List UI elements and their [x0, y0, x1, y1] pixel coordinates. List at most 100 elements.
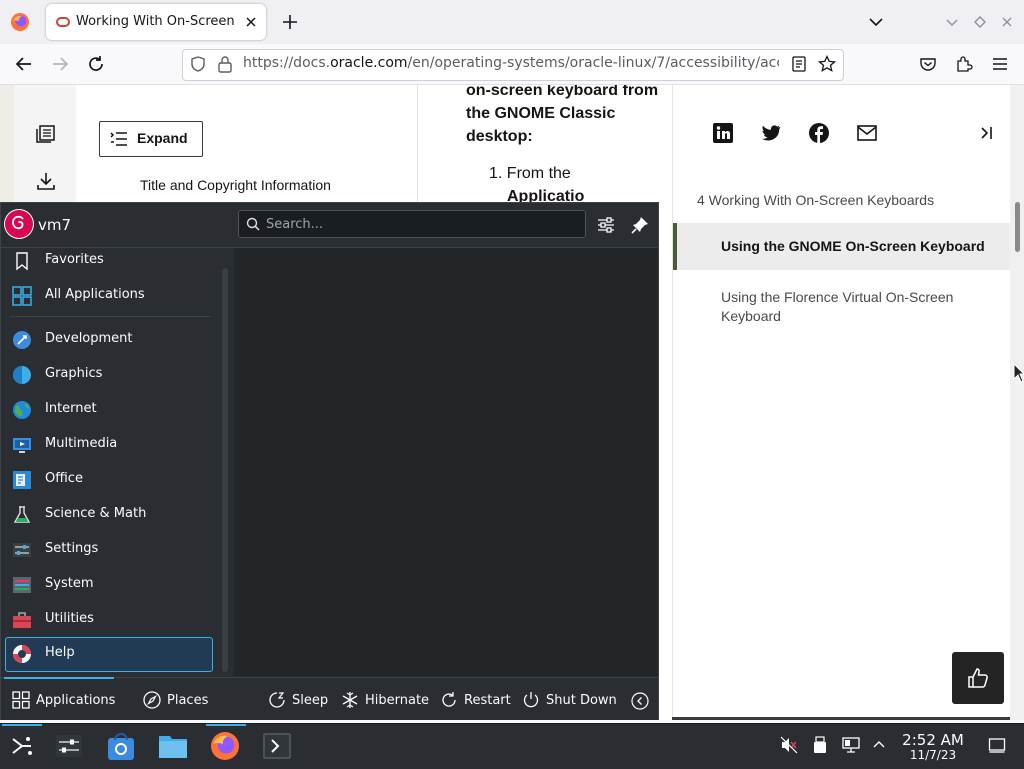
download-icon[interactable]	[36, 171, 56, 191]
collapse-panel-icon[interactable]	[978, 124, 996, 142]
new-tab-icon[interactable]	[280, 12, 300, 32]
category-favorites[interactable]: Favorites	[5, 244, 213, 277]
places-tab-label: Places	[167, 693, 209, 708]
system-settings-taskbar-icon[interactable]	[52, 729, 86, 763]
sleep-label: Sleep	[292, 693, 329, 708]
sleep-button[interactable]: Sleep	[268, 685, 328, 715]
launcher-username: vm7	[38, 216, 72, 234]
reload-icon[interactable]	[84, 52, 108, 76]
tab-title: Working With On-Screen K	[76, 14, 236, 29]
page-scrollbar-track[interactable]	[1010, 85, 1024, 720]
sleep-icon	[268, 691, 286, 709]
forward-arrow-icon[interactable]	[48, 52, 72, 76]
applications-tab-indicator	[4, 677, 114, 679]
category-all-applications[interactable]: All Applications	[5, 279, 213, 312]
category-label: Favorites	[45, 252, 104, 267]
multimedia-icon	[12, 435, 32, 455]
toc-item-florence[interactable]: Using the Florence Virtual On-Screen Key…	[721, 288, 991, 326]
toc-item-active[interactable]: Using the GNOME On-Screen Keyboard	[673, 223, 1010, 270]
extensions-puzzle-icon[interactable]	[954, 54, 974, 74]
restart-button[interactable]: Restart	[440, 685, 511, 715]
category-label: System	[45, 576, 94, 591]
page-scrollbar-thumb[interactable]	[1015, 202, 1020, 252]
flask-icon	[12, 505, 32, 525]
window-minimize-icon[interactable]	[944, 14, 960, 30]
category-office[interactable]: Office	[5, 463, 213, 496]
expand-button[interactable]: Expand	[99, 121, 203, 157]
compass-icon	[143, 691, 161, 709]
removable-device-icon[interactable]	[812, 736, 828, 754]
url-path: /en/operating-systems/oracle-linux/7/acc…	[407, 55, 779, 71]
category-internet[interactable]: Internet	[5, 393, 213, 426]
panel-bottom-scrollbar[interactable]	[672, 717, 1010, 720]
window-close-icon[interactable]	[999, 14, 1015, 30]
hamburger-menu-icon[interactable]	[990, 54, 1010, 74]
back-arrow-icon[interactable]	[12, 52, 36, 76]
category-multimedia[interactable]: Multimedia	[5, 428, 213, 461]
category-science-math[interactable]: Science & Math	[5, 498, 213, 531]
category-graphics[interactable]: Graphics	[5, 358, 213, 391]
tab-list-chevron-icon[interactable]	[866, 12, 886, 32]
launcher-configure-icon[interactable]	[596, 215, 616, 235]
step-number: 1.	[489, 165, 503, 182]
toc-item-active-label: Using the GNOME On-Screen Keyboard	[721, 238, 985, 254]
category-help[interactable]: Help	[5, 637, 213, 672]
konsole-terminal-icon[interactable]	[260, 729, 294, 763]
facebook-icon[interactable]	[808, 122, 830, 144]
category-system[interactable]: System	[5, 568, 213, 601]
hibernate-button[interactable]: Hibernate	[341, 685, 429, 715]
places-tab[interactable]: Places	[143, 685, 213, 715]
pin-icon[interactable]	[630, 215, 650, 235]
bookmark-star-icon[interactable]	[817, 54, 837, 74]
expand-button-label: Expand	[137, 130, 188, 146]
email-icon[interactable]	[856, 122, 878, 144]
twitter-icon[interactable]	[760, 122, 782, 144]
settings-icon	[12, 540, 32, 560]
shutdown-button[interactable]: Shut Down	[522, 685, 617, 715]
launcher-search-input[interactable]	[266, 212, 578, 236]
category-label: Utilities	[45, 611, 94, 626]
discover-bag-icon[interactable]	[104, 729, 138, 763]
category-utilities[interactable]: Utilities	[5, 603, 213, 636]
toc-item-title-copyright[interactable]: Title and Copyright Information	[140, 177, 331, 193]
globe-icon	[12, 400, 32, 420]
system-icon	[12, 575, 32, 595]
leave-options-chevron-icon[interactable]	[630, 691, 650, 711]
tracking-protection-shield-icon[interactable]	[188, 54, 208, 74]
show-hidden-icons-chevron-icon[interactable]	[872, 738, 886, 752]
show-desktop-icon[interactable]	[988, 736, 1006, 754]
category-label: Settings	[45, 541, 99, 556]
category-list-scrollbar[interactable]	[222, 268, 228, 672]
pocket-icon[interactable]	[918, 54, 938, 74]
firefox-menu-icon[interactable]	[10, 12, 30, 32]
category-development[interactable]: Development	[5, 323, 213, 356]
lock-icon[interactable]	[216, 54, 234, 74]
toc-parent-link[interactable]: 4 Working With On-Screen Keyboards	[697, 192, 934, 208]
kickoff-launcher-icon[interactable]	[0, 724, 44, 768]
mouse-cursor-icon	[1013, 363, 1024, 383]
applications-tab[interactable]: Applications	[12, 685, 115, 715]
url-text[interactable]: https://docs.oracle.com/en/operating-sys…	[243, 55, 779, 71]
grid-icon	[12, 286, 32, 306]
network-wired-icon[interactable]	[842, 736, 860, 754]
browser-tab-active[interactable]: Working With On-Screen K	[46, 4, 266, 40]
category-separator	[10, 316, 211, 317]
reader-view-icon[interactable]	[790, 55, 808, 73]
linkedin-icon[interactable]	[712, 122, 734, 144]
restart-icon	[440, 691, 458, 709]
category-label: Office	[45, 471, 83, 486]
table-of-contents-icon[interactable]	[36, 125, 56, 143]
firefox-taskbar-icon[interactable]	[208, 729, 242, 763]
window-maximize-icon[interactable]	[972, 14, 988, 30]
clock-date[interactable]: 11/7/23	[894, 748, 972, 762]
applications-grid-icon	[12, 691, 30, 709]
toolbox-icon	[12, 610, 32, 630]
category-settings[interactable]: Settings	[5, 533, 213, 566]
feedback-button[interactable]	[952, 652, 1004, 704]
category-label: All Applications	[45, 287, 145, 302]
volume-muted-icon[interactable]	[780, 736, 798, 754]
tab-close-icon[interactable]	[242, 13, 260, 31]
dolphin-folder-icon[interactable]	[156, 729, 190, 763]
clock-time[interactable]: 2:52 AM	[894, 731, 972, 749]
user-avatar[interactable]	[4, 209, 34, 239]
